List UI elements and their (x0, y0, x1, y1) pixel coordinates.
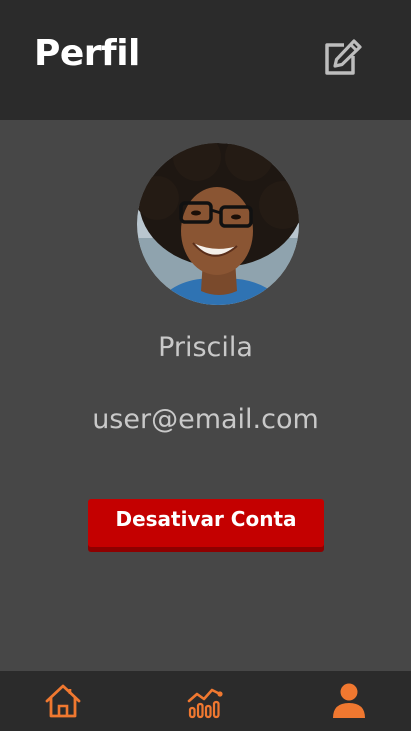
nav-item-profile[interactable] (327, 681, 371, 721)
nav-item-stats[interactable] (184, 681, 228, 721)
chart-icon (187, 688, 223, 719)
avatar (137, 143, 299, 305)
user-email: user@email.com (92, 404, 319, 435)
home-icon (45, 684, 81, 718)
user-name: Priscila (158, 332, 253, 363)
edit-square-icon (325, 39, 362, 75)
profile-photo (137, 143, 299, 305)
nav-item-home[interactable] (41, 681, 85, 721)
app-header: Perfil (0, 0, 411, 120)
deactivate-account-button[interactable]: Desativar Conta (88, 499, 324, 547)
page-title: Perfil (34, 33, 140, 74)
bottom-nav (0, 671, 411, 731)
edit-profile-button[interactable] (318, 34, 366, 78)
user-icon (333, 683, 365, 718)
